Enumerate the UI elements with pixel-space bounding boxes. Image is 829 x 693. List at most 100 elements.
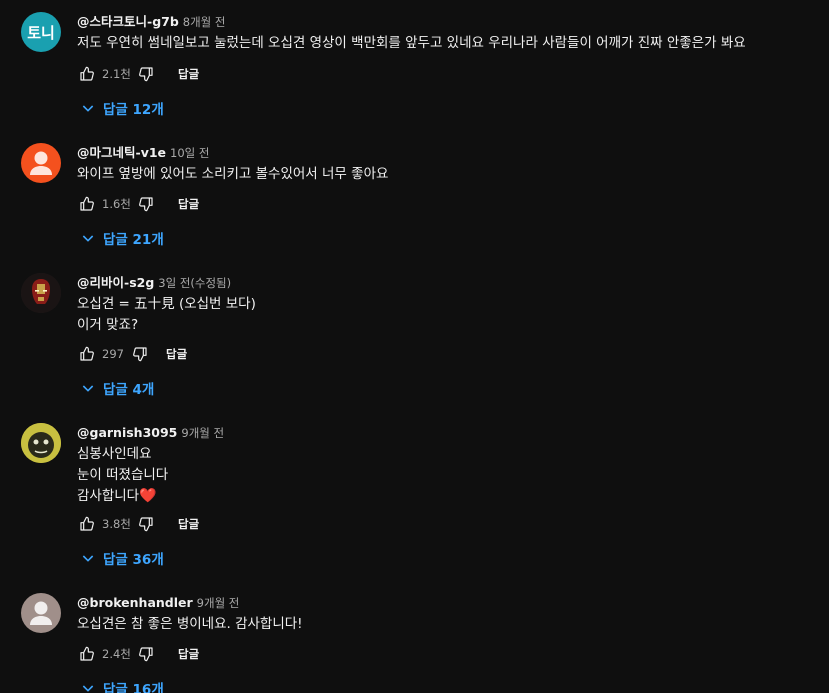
comment-text-line: 저도 우연히 썸네일보고 눌렀는데 오십견 영상이 백만회를 앞두고 있네요 우… (77, 35, 746, 51)
cartoon-face-icon (21, 423, 61, 463)
comment-header: @brokenhandler 9개월 전 (77, 593, 817, 611)
like-count: 297 (102, 347, 124, 361)
like-count: 2.1천 (102, 67, 131, 81)
comment-text-line: 오십견 = 五十見 (오십번 보다) (77, 296, 256, 312)
comment-content: @스타크토니-g7b 8개월 전 저도 우연히 썸네일보고 눌렀는데 오십견 영상… (77, 12, 817, 54)
reply-button[interactable]: 답글 (178, 66, 199, 82)
comment-actions: 297 답글 (77, 342, 187, 366)
comment-text-line: 이거 맞죠? (77, 317, 139, 333)
like-count: 3.8천 (102, 517, 131, 531)
comment-text: 오십견 = 五十見 (오십번 보다) 이거 맞죠? (77, 294, 817, 336)
reply-button[interactable]: 답글 (178, 516, 199, 532)
replies-count-label: 답글 16개 (103, 682, 164, 693)
thumb-up-icon (80, 646, 94, 661)
like-button[interactable] (77, 644, 97, 664)
comment-content: @리바이-s2g 3일 전(수정됨) 오십견 = 五十見 (오십번 보다) 이거 … (77, 273, 817, 336)
thumb-down-icon (139, 67, 153, 82)
like-button[interactable] (77, 514, 97, 534)
comment-text-line: 오십견은 참 좋은 병이네요. 감사합니다! (77, 616, 303, 632)
chevron-down-icon (82, 105, 94, 112)
thumb-up-icon (80, 346, 94, 361)
avatar[interactable]: 토니 (21, 12, 61, 52)
thumb-down-icon (139, 197, 153, 212)
thumb-up-icon (80, 516, 94, 531)
comment-text: 저도 우연히 썸네일보고 눌렀는데 오십견 영상이 백만회를 앞두고 있네요 우… (77, 33, 817, 54)
comment-header: @스타크토니-g7b 8개월 전 (77, 12, 817, 30)
comment-time[interactable]: 3일 전(수정됨) (158, 276, 231, 290)
avatar[interactable] (21, 273, 61, 313)
view-replies-button[interactable]: 답글 4개 (80, 377, 154, 399)
view-replies-button[interactable]: 답글 12개 (80, 97, 164, 119)
comment-thread: @brokenhandler 9개월 전 오십견은 참 좋은 병이네요. 감사합니… (0, 593, 829, 693)
comment-text: 오십견은 참 좋은 병이네요. 감사합니다! (77, 614, 817, 635)
comment-thread: 토니 @스타크토니-g7b 8개월 전 저도 우연히 썸네일보고 눌렀는데 오십견… (0, 12, 829, 130)
like-count: 2.4천 (102, 647, 131, 661)
replies-count-label: 답글 12개 (103, 102, 164, 118)
dislike-button[interactable] (130, 344, 150, 364)
view-replies-button[interactable]: 답글 21개 (80, 227, 164, 249)
avatar[interactable] (21, 423, 61, 463)
comment-time[interactable]: 9개월 전 (197, 596, 240, 610)
replies-count-label: 답글 36개 (103, 552, 164, 568)
comment-author[interactable]: @스타크토니-g7b (77, 14, 179, 29)
comment-author[interactable]: @brokenhandler (77, 595, 193, 610)
comment-thread: @garnish3095 9개월 전 심봉사인데요 눈이 떠졌습니다 감사합니다❤… (0, 423, 829, 583)
like-count: 1.6천 (102, 197, 131, 211)
thumb-down-icon (133, 347, 147, 362)
view-replies-button[interactable]: 답글 36개 (80, 547, 164, 569)
thumb-up-icon (80, 196, 94, 211)
replies-count-label: 답글 21개 (103, 232, 164, 248)
avatar-initials: 토니 (27, 23, 55, 42)
like-button[interactable] (77, 64, 97, 84)
like-button[interactable] (77, 194, 97, 214)
comment-actions: 1.6천 답글 (77, 192, 199, 216)
thumb-up-icon (80, 66, 94, 81)
comment-time[interactable]: 9개월 전 (181, 426, 224, 440)
chevron-down-icon (82, 235, 94, 242)
comment-text-line: 와이프 옆방에 있어도 소리키고 볼수있어서 너무 좋아요 (77, 166, 389, 182)
comment-text-line: 눈이 떠졌습니다 (77, 467, 169, 483)
comment-content: @garnish3095 9개월 전 심봉사인데요 눈이 떠졌습니다 감사합니다❤… (77, 423, 817, 507)
comment-text-line: 감사합니다❤️ (77, 486, 817, 507)
comment-header: @마그네틱-v1e 10일 전 (77, 143, 817, 161)
iron-mask-icon (21, 273, 61, 313)
reply-button[interactable]: 답글 (178, 646, 199, 662)
default-user-icon (30, 601, 52, 625)
reply-button[interactable]: 답글 (178, 196, 199, 212)
comment-actions: 2.1천 답글 (77, 62, 199, 86)
dislike-button[interactable] (136, 644, 156, 664)
comment-content: @brokenhandler 9개월 전 오십견은 참 좋은 병이네요. 감사합니… (77, 593, 817, 635)
reply-button[interactable]: 답글 (166, 346, 187, 362)
comment-actions: 3.8천 답글 (77, 512, 199, 536)
comment-actions: 2.4천 답글 (77, 642, 199, 666)
comment-author[interactable]: @리바이-s2g (77, 275, 154, 290)
dislike-button[interactable] (136, 514, 156, 534)
view-replies-button[interactable]: 답글 16개 (80, 677, 164, 693)
thumb-down-icon (139, 517, 153, 532)
comment-text: 심봉사인데요 눈이 떠졌습니다 감사합니다❤️ (77, 444, 817, 507)
comment-thread: @마그네틱-v1e 10일 전 와이프 옆방에 있어도 소리키고 볼수있어서 너무… (0, 143, 829, 261)
chevron-down-icon (82, 385, 94, 392)
comment-thread: @리바이-s2g 3일 전(수정됨) 오십견 = 五十見 (오십번 보다) 이거 … (0, 273, 829, 413)
comments-section: 토니 @스타크토니-g7b 8개월 전 저도 우연히 썸네일보고 눌렀는데 오십견… (0, 0, 829, 693)
thumb-down-icon (139, 647, 153, 662)
heart-emoji: ❤️ (139, 488, 157, 504)
comment-time[interactable]: 8개월 전 (183, 15, 226, 29)
comment-time[interactable]: 10일 전 (170, 146, 209, 160)
chevron-down-icon (82, 685, 94, 692)
default-user-icon (30, 151, 52, 175)
comment-author[interactable]: @garnish3095 (77, 425, 177, 440)
comment-text-segment: 감사합니다 (77, 488, 140, 504)
comment-text-line: 심봉사인데요 (77, 446, 152, 462)
dislike-button[interactable] (136, 194, 156, 214)
dislike-button[interactable] (136, 64, 156, 84)
replies-count-label: 답글 4개 (103, 382, 155, 398)
chevron-down-icon (82, 555, 94, 562)
comment-header: @garnish3095 9개월 전 (77, 423, 817, 441)
like-button[interactable] (77, 344, 97, 364)
comment-author[interactable]: @마그네틱-v1e (77, 145, 166, 160)
avatar[interactable] (21, 593, 61, 633)
comment-content: @마그네틱-v1e 10일 전 와이프 옆방에 있어도 소리키고 볼수있어서 너무… (77, 143, 817, 185)
avatar[interactable] (21, 143, 61, 183)
comment-header: @리바이-s2g 3일 전(수정됨) (77, 273, 817, 291)
